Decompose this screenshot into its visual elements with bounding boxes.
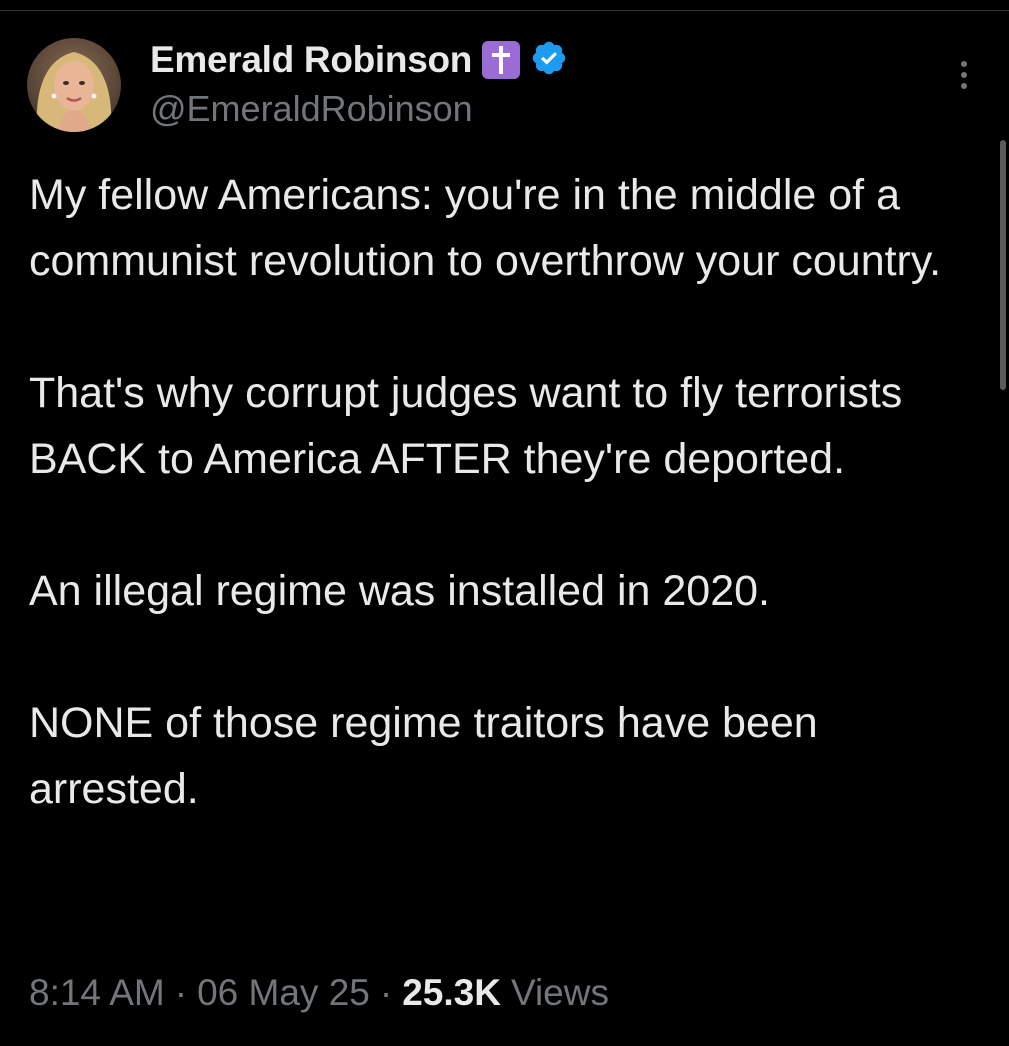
tweet-text: My fellow Americans: you're in the middl…: [29, 162, 994, 822]
latin-cross-emoji-icon: [482, 41, 521, 79]
tweet-date[interactable]: 06 May 25: [197, 972, 370, 1014]
author-display-name[interactable]: Emerald Robinson: [150, 39, 472, 81]
tweet-time[interactable]: 8:14 AM: [29, 972, 165, 1014]
top-divider: [0, 10, 1009, 11]
avatar[interactable]: [27, 38, 121, 132]
tweet-meta: 8:14 AM · 06 May 25 · 25.3K Views: [29, 972, 609, 1014]
tweet-paragraph: My fellow Americans: you're in the middl…: [29, 171, 942, 285]
views-count[interactable]: 25.3K: [402, 972, 501, 1014]
tweet-paragraph: An illegal regime was installed in 2020.: [29, 567, 770, 615]
author-handle[interactable]: @EmeraldRobinson: [150, 88, 473, 130]
tweet-paragraph: That's why corrupt judges want to fly te…: [29, 369, 903, 483]
scrollbar[interactable]: [1000, 140, 1006, 390]
views-label: Views: [510, 972, 609, 1013]
verified-badge-icon[interactable]: [530, 39, 568, 82]
more-options-icon[interactable]: [952, 58, 976, 92]
meta-separator: ·: [174, 972, 188, 1013]
author-name-row[interactable]: Emerald Robinson: [150, 38, 568, 82]
meta-separator: ·: [379, 972, 393, 1013]
tweet-paragraph: NONE of those regime traitors have been …: [29, 699, 818, 813]
